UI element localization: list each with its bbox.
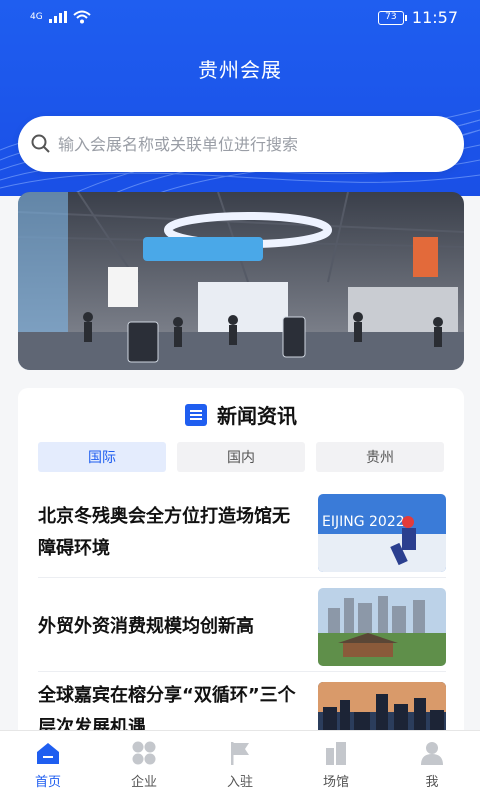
news-section: 新闻资讯 国际 国内 贵州 北京冬残奥会全方位打造场馆无障碍环境 EIJING … [18,388,464,730]
search-icon [31,134,50,153]
tab-domestic[interactable]: 国内 [177,442,305,472]
building-icon [322,739,350,767]
status-bar: 4G 73 11:57 [0,0,480,36]
banner-carousel[interactable] [18,192,464,370]
network-type: 4G [30,11,43,22]
tabbar-label: 我 [425,775,439,790]
news-thumbnail: EIJING 2022 [318,494,446,572]
news-item-title: 全球嘉宾在榕分享“双循环”三个层次发展机遇 [38,685,296,730]
news-thumbnail [318,682,446,730]
news-icon [185,403,207,426]
enterprise-icon [130,739,158,767]
news-item-title: 外贸外资消费规模均创新高 [38,616,254,637]
news-section-header: 新闻资讯 [18,400,464,429]
tab-guizhou[interactable]: 贵州 [316,442,444,472]
clock: 11:57 [411,8,458,27]
tabbar-label: 入驻 [226,775,253,790]
search-bar[interactable] [18,116,464,172]
tabbar-item-me[interactable]: 我 [384,731,480,800]
tabbar-item-join[interactable]: 入驻 [192,731,288,800]
news-item[interactable]: 北京冬残奥会全方位打造场馆无障碍环境 EIJING 2022 [38,488,446,578]
news-item-title: 北京冬残奥会全方位打造场馆无障碍环境 [38,506,290,559]
tabbar-item-home[interactable]: 首页 [0,731,96,800]
bottom-tab-bar: 首页 企业 入驻 场馆 我 [0,730,480,800]
user-icon [418,739,446,767]
tab-international[interactable]: 国际 [38,442,166,472]
news-item[interactable]: 外贸外资消费规模均创新高 [38,582,446,672]
news-item[interactable]: 全球嘉宾在榕分享“双循环”三个层次发展机遇 [38,676,446,730]
news-section-title: 新闻资讯 [217,404,297,428]
tabbar-label: 首页 [34,775,61,790]
tabbar-item-venue[interactable]: 场馆 [288,731,384,800]
news-tabs: 国际 国内 贵州 [38,442,444,472]
signal-icon [48,11,67,23]
flag-icon [226,739,254,767]
search-input[interactable] [58,134,464,154]
banner-image [18,192,464,370]
wifi-icon [73,10,91,24]
page-title: 贵州会展 [198,58,282,82]
news-thumbnail [318,588,446,666]
tabbar-item-enterprise[interactable]: 企业 [96,731,192,800]
home-icon [34,739,62,767]
battery-icon: 73 [377,10,407,25]
tabbar-label: 企业 [130,775,157,790]
tabbar-label: 场馆 [322,775,349,790]
svg-text:EIJING 2022: EIJING 2022 [322,514,405,530]
